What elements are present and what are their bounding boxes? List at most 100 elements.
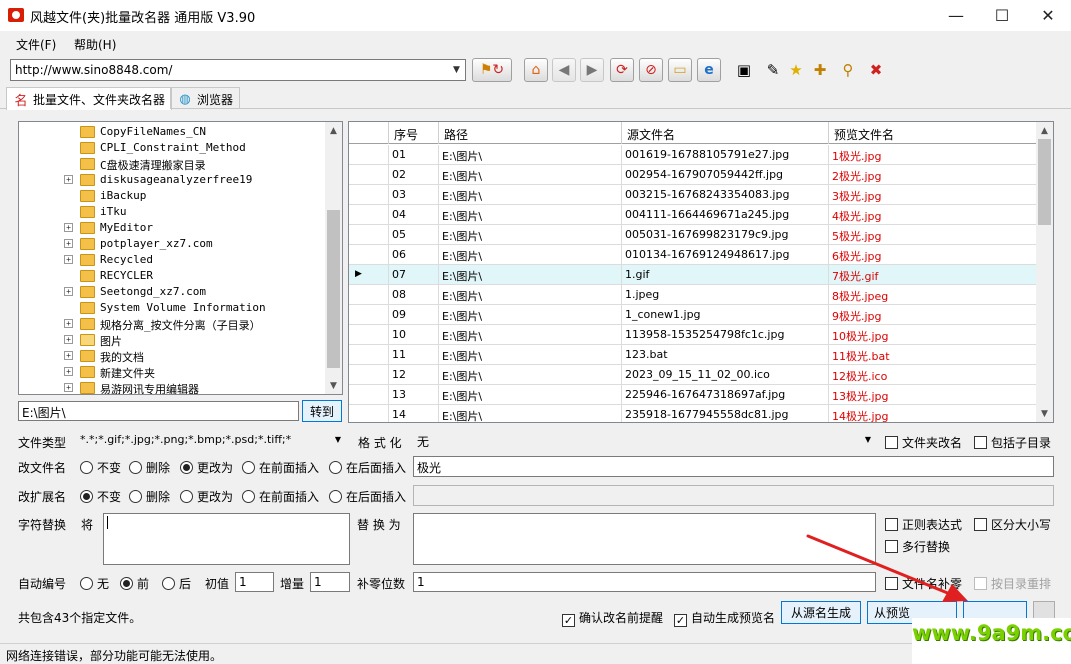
- header-path[interactable]: 路径: [439, 122, 622, 144]
- table-row[interactable]: 11 E:\图片\ 123.bat 11极光.bat: [349, 345, 1038, 365]
- radio-icon[interactable]: [329, 461, 342, 474]
- scroll-up-icon[interactable]: ▲: [1036, 122, 1053, 139]
- radio-icon[interactable]: [242, 490, 255, 503]
- autopreview-checkbox[interactable]: ✓ 自动生成预览名: [674, 609, 775, 627]
- expand-icon[interactable]: +: [64, 287, 73, 296]
- expand-icon[interactable]: +: [64, 223, 73, 232]
- tree-item[interactable]: + 图片: [19, 332, 324, 348]
- scroll-thumb[interactable]: [327, 210, 340, 368]
- expand-icon[interactable]: +: [64, 367, 73, 376]
- scroll-up-icon[interactable]: ▲: [325, 122, 342, 139]
- radio-icon[interactable]: [120, 577, 133, 590]
- ext-option[interactable]: 删除: [129, 488, 170, 505]
- tree-item[interactable]: RECYCLER: [19, 268, 324, 284]
- radio-icon[interactable]: [180, 461, 193, 474]
- tab-browser[interactable]: ◍ 浏览器: [170, 87, 241, 109]
- url-combo[interactable]: http://www.sino8848.com/ ▼: [10, 59, 466, 81]
- checkmark-icon[interactable]: ✓: [674, 614, 687, 627]
- radio-icon[interactable]: [80, 490, 93, 503]
- autonum-option[interactable]: 无: [80, 575, 109, 592]
- tree-item[interactable]: CPLI_Constraint_Method: [19, 140, 324, 156]
- scroll-down-icon[interactable]: ▼: [325, 377, 342, 394]
- rename-option[interactable]: 在前面插入: [242, 459, 319, 476]
- header-preview-name[interactable]: 预览文件名: [829, 122, 1038, 144]
- header-index[interactable]: 序号: [389, 122, 439, 144]
- goto-button[interactable]: 转到: [302, 400, 342, 422]
- folder-tree[interactable]: CopyFileNames_CN CPLI_Constraint_Method C盘…: [18, 121, 343, 395]
- chevron-down-icon[interactable]: ▼: [865, 435, 871, 444]
- table-row[interactable]: 10 E:\图片\ 113958-1535254798fc1c.jpg 10极光.jp…: [349, 325, 1038, 345]
- go-button[interactable]: ⚑ ↻: [472, 58, 512, 82]
- tree-item[interactable]: iTku: [19, 204, 324, 220]
- tab-batch-rename[interactable]: 名 批量文件、文件夹改名器: [6, 87, 173, 110]
- table-row[interactable]: 08 E:\图片\ 1.jpeg 8极光.jpeg: [349, 285, 1038, 305]
- case-checkbox[interactable]: 区分大小写: [974, 516, 1051, 533]
- ext-option[interactable]: 在后面插入: [329, 488, 406, 505]
- expand-icon[interactable]: +: [64, 335, 73, 344]
- chevron-down-icon[interactable]: ▼: [448, 60, 465, 80]
- format-combo[interactable]: 无 ▼: [413, 430, 876, 451]
- table-row[interactable]: ▶ 07 E:\图片\ 1.gif 7极光.gif: [349, 265, 1038, 285]
- autonum-option[interactable]: 后: [162, 575, 191, 592]
- ext-option[interactable]: 不变: [80, 488, 121, 505]
- home-button[interactable]: ⌂: [524, 58, 548, 82]
- radio-icon[interactable]: [329, 490, 342, 503]
- chevron-down-icon[interactable]: ▼: [335, 435, 341, 444]
- ie-button[interactable]: e: [697, 58, 721, 82]
- table-row[interactable]: 04 E:\图片\ 004111-1664469671a245.jpg 4极光.jpg: [349, 205, 1038, 225]
- table-row[interactable]: 12 E:\图片\ 2023_09_15_11_02_00.ico 12极光.ico: [349, 365, 1038, 385]
- add-favorite-icon[interactable]: ✚: [810, 61, 830, 79]
- expand-icon[interactable]: +: [64, 255, 73, 264]
- search-icon[interactable]: ⚲: [838, 61, 858, 79]
- folder-rename-checkbox[interactable]: 文件夹改名: [885, 434, 962, 451]
- table-row[interactable]: 02 E:\图片\ 002954-167907059442ff.jpg 2极光.jpg: [349, 165, 1038, 185]
- forward-button[interactable]: ▶: [580, 58, 604, 82]
- init-input[interactable]: 1: [235, 572, 274, 592]
- file-grid[interactable]: 序号 路径 源文件名 预览文件名 01 E:\图片\ 001619-16788105…: [348, 121, 1054, 423]
- checkbox-icon[interactable]: [974, 436, 987, 449]
- table-row[interactable]: 09 E:\图片\ 1_conew1.jpg 9极光.jpg: [349, 305, 1038, 325]
- tree-item[interactable]: System Volume Information: [19, 300, 324, 316]
- tree-item[interactable]: + MyEditor: [19, 220, 324, 236]
- table-row[interactable]: 01 E:\图片\ 001619-16788105791e27.jpg 1极光.jpg: [349, 145, 1038, 165]
- confirm-checkbox[interactable]: ✓ 确认改名前提醒: [562, 609, 663, 627]
- tree-item[interactable]: + Recycled: [19, 252, 324, 268]
- include-subdir-checkbox[interactable]: 包括子目录: [974, 434, 1051, 451]
- tree-item[interactable]: + 易游网讯专用编辑器: [19, 380, 324, 394]
- exit-icon[interactable]: ✖: [866, 61, 886, 79]
- minimize-button[interactable]: —: [933, 0, 979, 31]
- windows-icon[interactable]: ▣: [734, 61, 754, 79]
- rename-input[interactable]: 极光: [413, 456, 1054, 477]
- tree-item[interactable]: + diskusageanalyzerfree19: [19, 172, 324, 188]
- autonum-option[interactable]: 前: [120, 575, 149, 592]
- header-source-name[interactable]: 源文件名: [622, 122, 829, 144]
- path-input[interactable]: E:\图片\: [18, 401, 299, 421]
- ext-option[interactable]: 在前面插入: [242, 488, 319, 505]
- tree-item[interactable]: + Seetongd_xz7.com: [19, 284, 324, 300]
- back-button[interactable]: ◀: [552, 58, 576, 82]
- menu-help[interactable]: 帮助(H): [74, 36, 116, 53]
- step-input[interactable]: 1: [310, 572, 350, 592]
- replace-from-textarea[interactable]: [103, 513, 350, 565]
- table-row[interactable]: 14 E:\图片\ 235918-1677945558dc81.jpg 14极光.jp…: [349, 405, 1038, 422]
- rename-option[interactable]: 删除: [129, 459, 170, 476]
- checkbox-icon[interactable]: [885, 436, 898, 449]
- expand-icon[interactable]: +: [64, 319, 73, 328]
- table-row[interactable]: 06 E:\图片\ 010134-16769124948617.jpg 6极光.jpg: [349, 245, 1038, 265]
- tools-icon[interactable]: ✎: [763, 61, 783, 79]
- ext-option[interactable]: 更改为: [180, 488, 233, 505]
- reload-button[interactable]: ⟳: [610, 58, 634, 82]
- radio-icon[interactable]: [129, 490, 142, 503]
- expand-icon[interactable]: +: [64, 175, 73, 184]
- tree-item[interactable]: CopyFileNames_CN: [19, 124, 324, 140]
- stop-button[interactable]: ⊘: [639, 58, 663, 82]
- folder-button[interactable]: ▭: [668, 58, 692, 82]
- tree-item[interactable]: iBackup: [19, 188, 324, 204]
- radio-icon[interactable]: [162, 577, 175, 590]
- grid-scrollbar[interactable]: ▲ ▼: [1036, 122, 1053, 422]
- scroll-down-icon[interactable]: ▼: [1036, 405, 1053, 422]
- radio-icon[interactable]: [242, 461, 255, 474]
- expand-icon[interactable]: +: [64, 383, 73, 392]
- tree-item[interactable]: C盘极速清理搬家目录: [19, 156, 324, 172]
- radio-icon[interactable]: [80, 577, 93, 590]
